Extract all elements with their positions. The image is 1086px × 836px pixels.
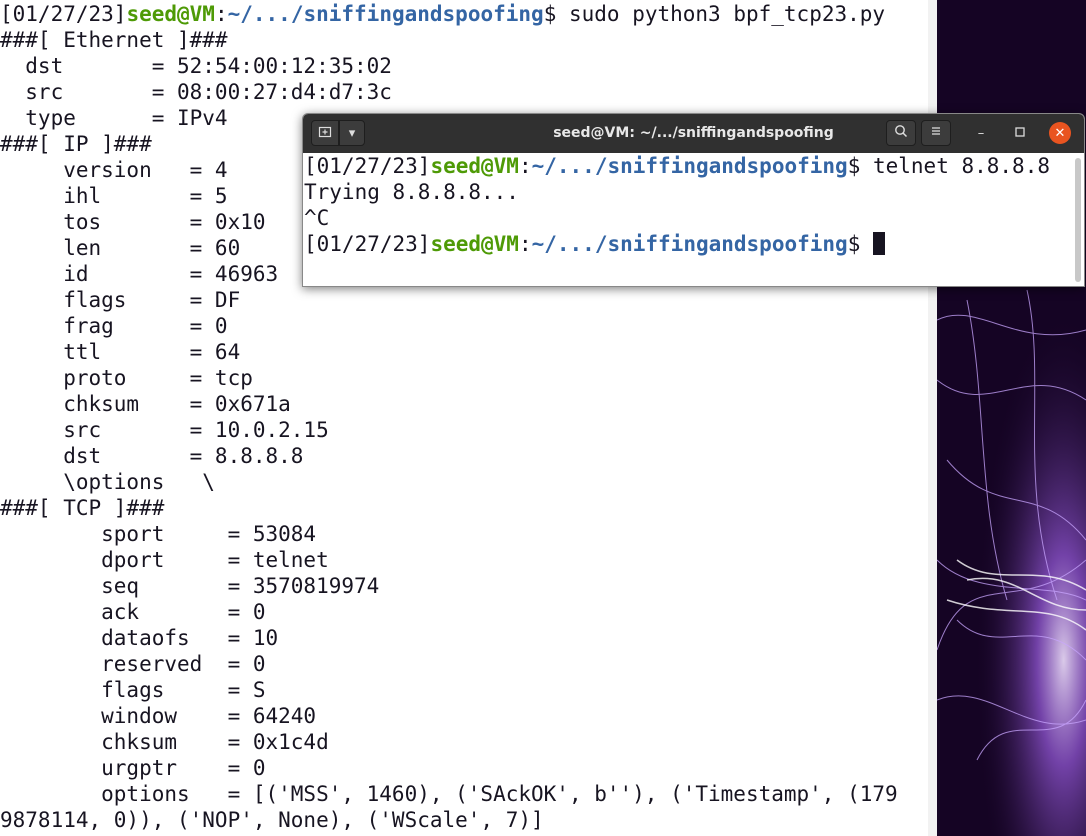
prompt-colon: :: [214, 2, 228, 26]
text-cursor: [872, 232, 885, 255]
prompt-user: seed@VM: [430, 154, 519, 178]
output-line: dport = telnet: [0, 548, 329, 572]
window-title: seed@VM: ~/.../sniffingandspoofing: [553, 125, 834, 141]
minimize-icon: –: [977, 125, 985, 141]
minimize-button[interactable]: –: [970, 122, 992, 144]
output-line: flags = S: [0, 678, 266, 702]
maximize-icon: [1015, 126, 1025, 141]
output-line: ihl = 5: [0, 184, 228, 208]
close-icon: ✕: [1054, 125, 1066, 141]
prompt-user: seed@VM: [126, 2, 215, 26]
output-line: proto = tcp: [0, 366, 253, 390]
prompt-date: [01/27/23]: [304, 232, 431, 256]
prompt-command: $ telnet 8.8.8.8: [847, 154, 1050, 178]
output-line: src = 08:00:27:d4:d7:3c: [0, 80, 392, 104]
output-line: tos = 0x10: [0, 210, 266, 234]
maximize-button[interactable]: [1009, 122, 1031, 144]
output-line: dst = 52:54:00:12:35:02: [0, 54, 392, 78]
window-titlebar[interactable]: ▾ seed@VM: ~/.../sniffingandspoofing – ✕: [303, 114, 1084, 153]
prompt-path: ~/.../sniffingandspoofing: [531, 154, 848, 178]
prompt-user: seed@VM: [430, 232, 519, 256]
prompt-path: ~/.../sniffingandspoofing: [531, 232, 848, 256]
output-line: dataofs = 10: [0, 626, 279, 650]
output-line: dst = 8.8.8.8: [0, 444, 304, 468]
prompt-command: $: [847, 232, 873, 256]
terminal-window[interactable]: ▾ seed@VM: ~/.../sniffingandspoofing – ✕…: [302, 113, 1085, 287]
hamburger-menu-button[interactable]: [921, 120, 951, 146]
output-line: type = IPv4: [0, 106, 228, 130]
close-button[interactable]: ✕: [1049, 122, 1071, 144]
output-line: ^C: [304, 206, 330, 230]
search-button[interactable]: [886, 120, 916, 146]
output-line: flags = DF: [0, 288, 241, 312]
output-line: reserved = 0: [0, 652, 266, 676]
output-line: id = 46963: [0, 262, 279, 286]
prompt-date: [01/27/23]: [0, 2, 127, 26]
terminal-content[interactable]: [01/27/23]seed@VM:~/.../sniffingandspoof…: [303, 153, 1084, 286]
output-line: ###[ Ethernet ]###: [0, 28, 228, 52]
output-line: ###[ TCP ]###: [0, 496, 165, 520]
output-line: window = 64240: [0, 704, 317, 728]
prompt-colon: :: [518, 154, 532, 178]
menu-icon: [929, 124, 943, 142]
output-line: options = [('MSS', 1460), ('SAckOK', b''…: [0, 782, 898, 806]
prompt-colon: :: [518, 232, 532, 256]
output-line: version = 4: [0, 158, 228, 182]
prompt-date: [01/27/23]: [304, 154, 431, 178]
terminal-scrollbar[interactable]: [1075, 158, 1081, 282]
output-line: \options \: [0, 470, 215, 494]
prompt-command: $ sudo python3 bpf_tcp23.py: [543, 2, 886, 26]
output-line: ###[ IP ]###: [0, 132, 152, 156]
output-line: chksum = 0x671a: [0, 392, 291, 416]
search-icon: [894, 124, 908, 142]
prompt-path: ~/.../sniffingandspoofing: [227, 2, 544, 26]
prompt-line: [01/27/23]seed@VM:~/.../sniffingandspoof…: [304, 153, 1050, 179]
output-line: 9878114, 0)), ('NOP', None), ('WScale', …: [0, 808, 544, 832]
output-line: chksum = 0x1c4d: [0, 730, 329, 754]
output-line: seq = 3570819974: [0, 574, 380, 598]
output-line: frag = 0: [0, 314, 228, 338]
output-line: Trying 8.8.8.8...: [304, 180, 519, 204]
prompt-line: [01/27/23]seed@VM:~/.../sniffingandspoof…: [0, 1, 885, 27]
output-line: urgptr = 0: [0, 756, 266, 780]
output-line: ttl = 64: [0, 340, 241, 364]
output-line: ack = 0: [0, 600, 266, 624]
output-line: sport = 53084: [0, 522, 317, 546]
output-line: src = 10.0.2.15: [0, 418, 329, 442]
prompt-line: [01/27/23]seed@VM:~/.../sniffingandspoof…: [304, 231, 885, 257]
output-line: len = 60: [0, 236, 241, 260]
